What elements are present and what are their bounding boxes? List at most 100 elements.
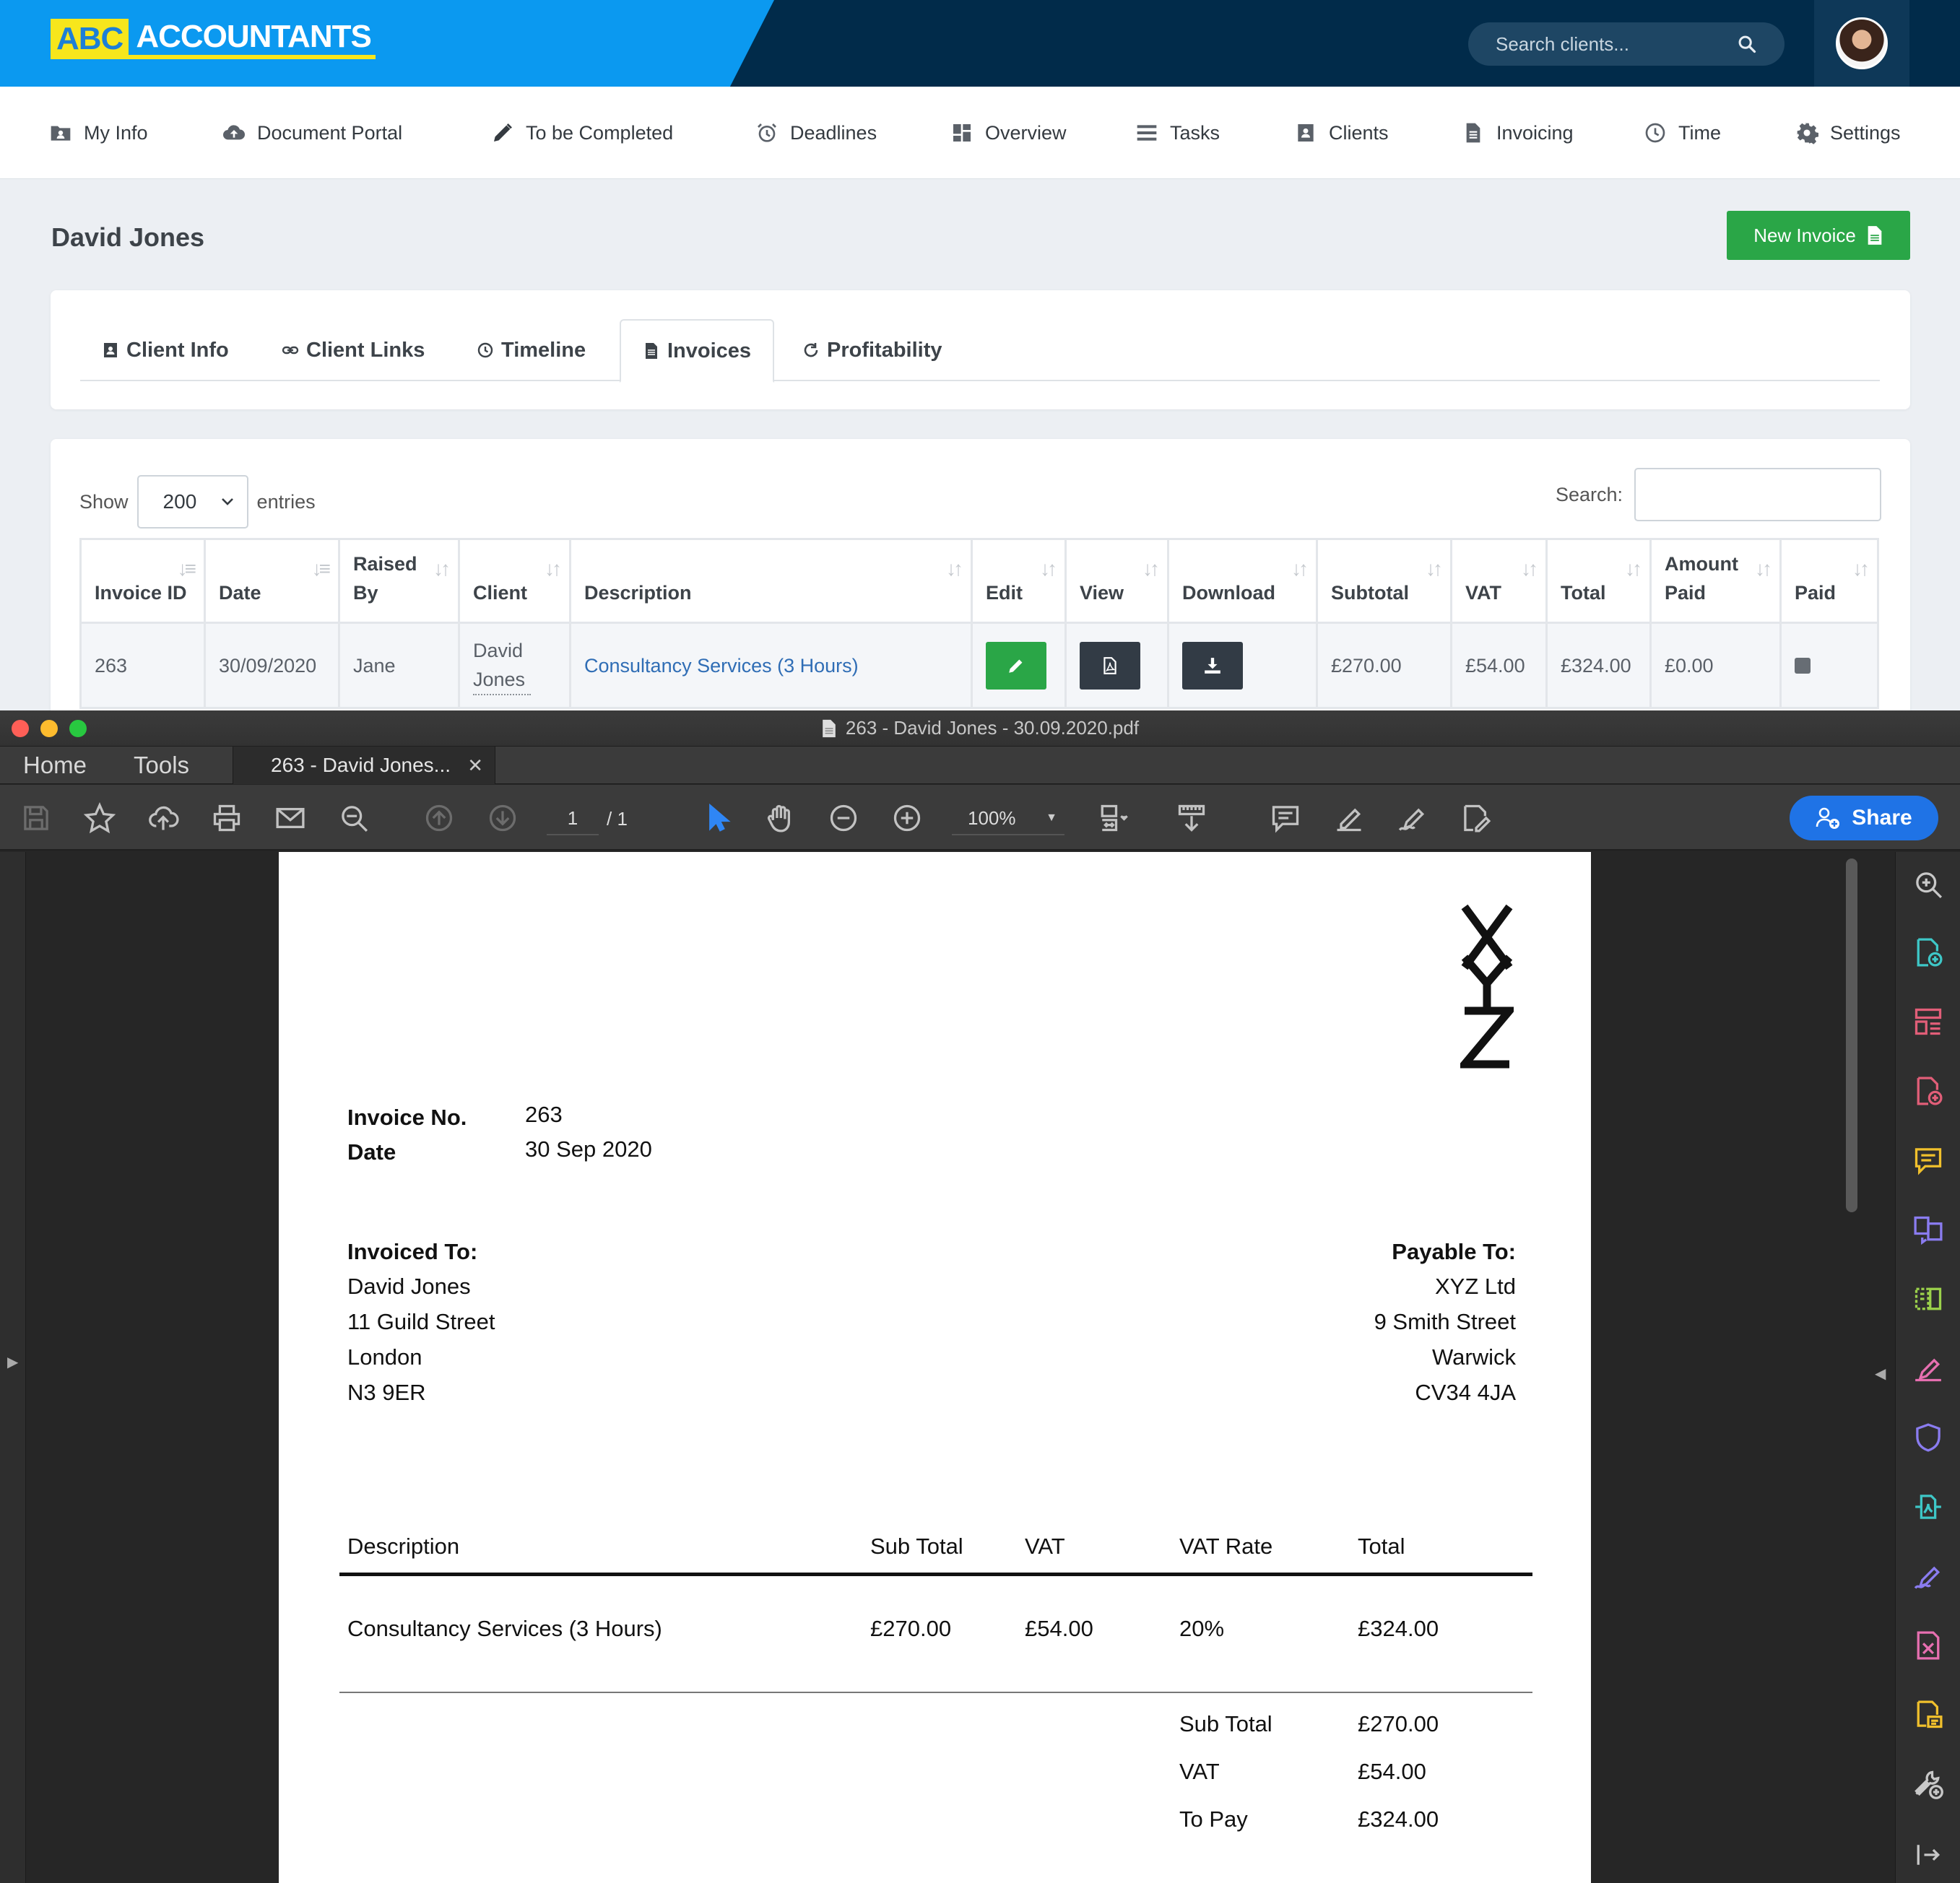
collapse-right-panel-icon[interactable]: ◀	[1875, 1365, 1886, 1383]
view-invoice-button[interactable]	[1080, 641, 1140, 690]
tab-client-links[interactable]: Client Links	[282, 319, 425, 381]
column-header-view[interactable]: View ↓↑	[1064, 538, 1169, 624]
tab-invoices[interactable]: Invoices	[620, 319, 775, 383]
nav-item-document-portal[interactable]: Document Portal	[222, 87, 402, 179]
export-pdf-tool[interactable]	[1910, 1073, 1946, 1109]
request-signatures-tool[interactable]	[1910, 1558, 1946, 1594]
page-fit-button[interactable]	[1093, 799, 1131, 837]
create-pdf-tool[interactable]	[1910, 934, 1946, 970]
column-header-client[interactable]: Client ↓↑	[458, 538, 571, 624]
tab-home[interactable]: Home	[23, 747, 87, 784]
scan-ocr-tool[interactable]	[1910, 1281, 1946, 1317]
column-header-raised-by[interactable]: Raised By ↓↑	[338, 538, 460, 624]
select-tool-button[interactable]	[698, 799, 735, 837]
collapse-tools-panel-button[interactable]	[1910, 1837, 1946, 1873]
edit-invoice-button[interactable]	[986, 641, 1046, 690]
prepare-form-tool[interactable]	[1910, 1627, 1946, 1664]
email-button[interactable]	[272, 799, 309, 837]
table-search-input[interactable]	[1634, 468, 1881, 521]
paid-checkbox[interactable]	[1795, 657, 1811, 674]
zoom-window-button[interactable]	[69, 720, 87, 737]
sort-icon: ↓↑	[1142, 557, 1160, 580]
edit-pdf-button[interactable]	[1457, 799, 1495, 837]
client-link[interactable]: David Jones	[473, 636, 531, 695]
sort-icon: ↓↑	[1291, 557, 1309, 580]
new-invoice-button[interactable]: New Invoice	[1727, 211, 1910, 260]
hand-tool-button[interactable]	[761, 799, 799, 837]
comment-tool[interactable]	[1910, 1142, 1946, 1178]
column-header-description[interactable]: Description ↓↑	[569, 538, 973, 624]
nav-item-clients[interactable]: Clients	[1294, 87, 1389, 179]
find-button[interactable]	[335, 799, 373, 837]
column-header-date[interactable]: Date ↓≡	[204, 538, 340, 624]
protect-tool[interactable]	[1910, 1419, 1946, 1456]
nav-item-deadlines[interactable]: Deadlines	[755, 87, 877, 179]
sort-icon: ↓↑	[545, 557, 562, 580]
save-icon	[24, 806, 48, 830]
tab-document[interactable]: 263 - David Jones... ✕	[233, 747, 495, 784]
nav-item-settings[interactable]: Settings	[1795, 87, 1901, 179]
client-search-input[interactable]: Search clients...	[1468, 22, 1785, 66]
pdf-window-title: 263 - David Jones - 30.09.2020.pdf	[845, 717, 1140, 739]
close-window-button[interactable]	[12, 720, 29, 737]
column-header-download[interactable]: Download ↓↑	[1167, 538, 1318, 624]
tab-timeline[interactable]: Timeline	[477, 319, 586, 381]
previous-page-button[interactable]	[420, 799, 458, 837]
document-tab-label: 263 - David Jones...	[271, 754, 451, 776]
close-tab-icon[interactable]: ✕	[467, 754, 483, 777]
fill-sign-button[interactable]	[1394, 799, 1431, 837]
column-header-invoice-id[interactable]: Invoice ID ↓≡	[79, 538, 206, 624]
minimize-window-button[interactable]	[40, 720, 58, 737]
stamp-tool[interactable]	[1910, 1697, 1946, 1733]
search-icon[interactable]	[1737, 34, 1757, 54]
nav-item-tasks[interactable]: Tasks	[1135, 87, 1220, 179]
share-button[interactable]: Share	[1790, 796, 1938, 840]
nav-item-invoicing[interactable]: Invoicing	[1462, 87, 1574, 179]
highlight-button[interactable]	[1330, 799, 1368, 837]
expand-left-panel-icon[interactable]: ▶	[7, 1353, 18, 1371]
column-header-paid[interactable]: Paid ↓↑	[1779, 538, 1879, 624]
document-scrollbar[interactable]	[1846, 858, 1857, 1212]
more-tools-button[interactable]	[1910, 1766, 1946, 1802]
brand-logo-accountants: ACCOUNTANTS	[129, 19, 376, 59]
invoice-description-link[interactable]: Consultancy Services (3 Hours)	[584, 655, 859, 677]
tab-profitability[interactable]: Profitability	[802, 319, 942, 381]
nav-item-time[interactable]: Time	[1644, 87, 1721, 179]
column-header-edit[interactable]: Edit ↓↑	[971, 538, 1067, 624]
user-menu[interactable]	[1814, 0, 1909, 87]
tab-client-info[interactable]: Client Info	[102, 319, 229, 381]
nav-item-my-info[interactable]: My Info	[49, 87, 148, 179]
zoom-select[interactable]: 100% ▼	[952, 802, 1064, 835]
tab-tools[interactable]: Tools	[134, 747, 189, 784]
column-header-amount-paid[interactable]: Amount Paid ↓↑	[1649, 538, 1782, 624]
entries-select[interactable]: 200	[136, 475, 248, 529]
share-label: Share	[1852, 806, 1912, 830]
fill-sign-tool[interactable]	[1910, 1350, 1946, 1386]
column-header-vat[interactable]: VAT ↓↑	[1450, 538, 1548, 624]
print-button[interactable]	[208, 799, 246, 837]
brand-logo[interactable]: ABC ACCOUNTANTS	[51, 19, 376, 59]
combine-files-tool[interactable]	[1910, 1212, 1946, 1248]
nav-item-overview[interactable]: Overview	[950, 87, 1067, 179]
page-number-input[interactable]: 1	[547, 802, 599, 835]
sort-icon: ↓↑	[946, 557, 963, 580]
nav-item-to-be-completed[interactable]: To be Completed	[491, 87, 673, 179]
zoom-in-button[interactable]	[888, 799, 926, 837]
next-page-button[interactable]	[484, 799, 521, 837]
bookmark-button[interactable]	[81, 799, 118, 837]
shield-icon	[1916, 1423, 1941, 1452]
column-header-total[interactable]: Total ↓↑	[1545, 538, 1652, 624]
organize-pages-tool[interactable]	[1910, 1004, 1946, 1040]
save-button[interactable]	[17, 799, 55, 837]
avatar[interactable]	[1836, 17, 1888, 69]
sort-icon: ↓↑	[1625, 557, 1642, 580]
pdf-toolbar: 1 / 1 100% ▼ Share	[0, 785, 1960, 851]
upload-cloud-button[interactable]	[144, 799, 182, 837]
column-header-subtotal[interactable]: Subtotal ↓↑	[1316, 538, 1452, 624]
enhance-scan-tool[interactable]	[1910, 866, 1946, 903]
send-for-review-tool[interactable]	[1910, 1489, 1946, 1525]
scroll-mode-button[interactable]	[1173, 799, 1210, 837]
comment-button[interactable]	[1267, 799, 1304, 837]
zoom-out-button[interactable]	[825, 799, 862, 837]
download-invoice-button[interactable]	[1182, 641, 1243, 690]
